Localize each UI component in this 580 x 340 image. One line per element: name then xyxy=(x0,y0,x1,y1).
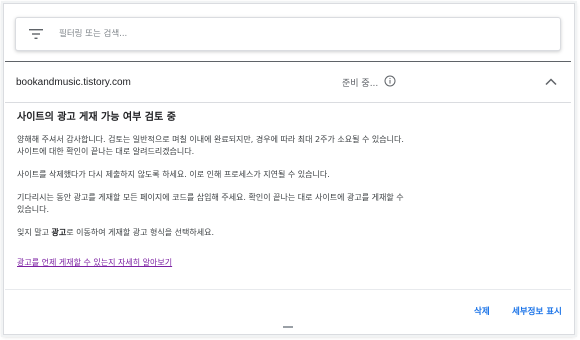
filter-icon[interactable] xyxy=(29,29,43,39)
info-icon[interactable] xyxy=(384,75,396,87)
site-name: bookandmusic.tistory.com xyxy=(16,76,131,88)
review-paragraph-4: 잊지 말고 광고로 이동하여 게재할 광고 형식을 선택하세요. xyxy=(17,227,437,239)
show-details-button[interactable]: 세부정보 표시 xyxy=(512,305,562,317)
para1-line1: 양해해 주셔서 감사합니다. 검토는 일반적으로 며칠 이내에 완료되지만, 경… xyxy=(17,135,404,144)
review-paragraph-3: 기다리시는 동안 광고를 게재할 모든 페이지에 코드를 삽입해 주세요. 확인… xyxy=(17,192,437,216)
scroll-handle[interactable] xyxy=(283,326,293,328)
chevron-up-icon[interactable] xyxy=(544,75,558,89)
para4-before: 잊지 말고 xyxy=(17,228,52,237)
footer-divider xyxy=(5,289,571,290)
para3-line2: 있습니다. xyxy=(17,205,49,214)
review-title: 사이트의 광고 게재 가능 여부 검토 중 xyxy=(17,112,176,123)
status-text: 준비 중... xyxy=(342,79,379,89)
para4-after: 로 이동하여 게재할 광고 형식을 선택하세요. xyxy=(66,228,215,237)
review-paragraph-2: 사이트를 삭제했다가 다시 제출하지 않도록 하세요. 이로 인해 프로세스가 … xyxy=(17,170,330,179)
filter-search-box[interactable] xyxy=(15,17,561,51)
delete-button[interactable]: 삭제 xyxy=(474,305,490,317)
review-paragraph-1: 양해해 주셔서 감사합니다. 검토는 일반적으로 며칠 이내에 완료되지만, 경… xyxy=(17,134,437,158)
section-divider xyxy=(5,102,571,103)
para3-line1: 기다리시는 동안 광고를 게재할 모든 페이지에 코드를 삽입해 주세요. 확인… xyxy=(17,193,404,202)
site-header-row[interactable]: bookandmusic.tistory.com 준비 중... xyxy=(5,62,571,102)
ads-bold-text: 광고 xyxy=(51,228,67,237)
search-input[interactable] xyxy=(59,29,459,39)
para1-line2: 사이트에 대한 확인이 끝나는 대로 알려드리겠습니다. xyxy=(17,147,195,156)
learn-more-link[interactable]: 광고를 언제 게재할 수 있는지 자세히 알아보기 xyxy=(17,258,172,267)
review-content: 사이트의 광고 게재 가능 여부 검토 중 양해해 주셔서 감사합니다. 검토는… xyxy=(17,112,437,269)
